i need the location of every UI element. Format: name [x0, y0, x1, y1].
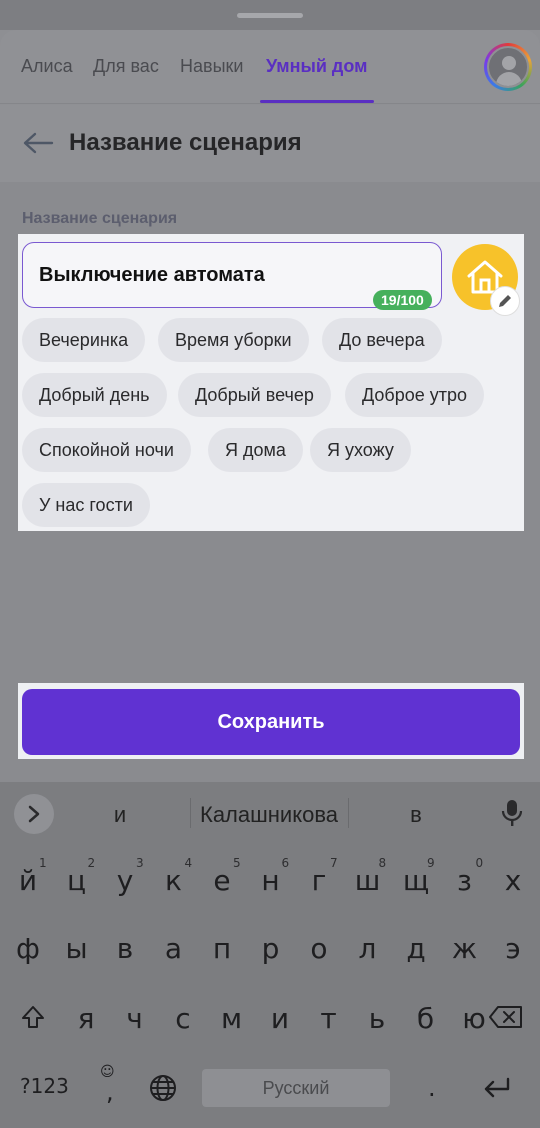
key-row2-2[interactable]: в: [103, 932, 147, 965]
chip-party[interactable]: Вечеринка: [22, 318, 146, 362]
user-icon: [487, 46, 529, 88]
key-hint-1: 2: [87, 856, 96, 870]
chip-good-evening[interactable]: Добрый вечер: [178, 373, 331, 417]
key-row1-10[interactable]: х: [491, 864, 535, 897]
chevron-right-icon[interactable]: [14, 794, 54, 834]
chip-guests[interactable]: У нас гости: [22, 483, 150, 527]
save-button[interactable]: Сохранить: [22, 689, 520, 755]
key-hint-9: 0: [475, 856, 484, 870]
chip-good-morning[interactable]: Доброе утро: [345, 373, 485, 417]
key-row2-3[interactable]: а: [152, 932, 196, 965]
key-row2-6[interactable]: о: [297, 932, 341, 965]
keyboard: и Калашникова в й1ц2у3к4е5н6г7ш8щ9з0х фы…: [0, 782, 540, 1128]
suggestion-3[interactable]: в: [396, 802, 436, 828]
tab-smart-home[interactable]: Умный дом: [266, 56, 367, 77]
tab-skills[interactable]: Навыки: [180, 56, 243, 77]
key-row3-7[interactable]: б: [404, 1002, 448, 1035]
key-hint-3: 4: [184, 856, 193, 870]
chip-home[interactable]: Я дома: [208, 428, 303, 472]
key-row3-1[interactable]: ч: [113, 1002, 157, 1035]
key-row2-10[interactable]: э: [491, 932, 535, 965]
key-row3-3[interactable]: м: [210, 1002, 254, 1035]
key-hint-7: 8: [378, 856, 387, 870]
microphone-icon[interactable]: [500, 798, 524, 828]
app-container: Алиса Для вас Навыки Умный дом Название …: [0, 30, 540, 782]
key-row2-5[interactable]: р: [249, 932, 293, 965]
key-hint-8: 9: [427, 856, 435, 870]
char-counter: 19/100: [373, 290, 432, 310]
backspace-icon[interactable]: [488, 1005, 524, 1029]
tab-alisa[interactable]: Алиса: [21, 56, 73, 77]
page-title: Название сценария: [69, 129, 302, 156]
key-row2-0[interactable]: ф: [6, 932, 50, 965]
period-key[interactable]: .: [428, 1074, 436, 1102]
chip-leaving[interactable]: Я ухожу: [310, 428, 411, 472]
sheet-top: [0, 0, 540, 30]
page-header: Название сценария: [0, 105, 540, 182]
comma-key[interactable]: ,: [106, 1078, 114, 1106]
key-hint-2: 3: [136, 856, 144, 870]
key-row3-2[interactable]: с: [161, 1002, 205, 1035]
key-row2-8[interactable]: д: [394, 932, 438, 965]
enter-icon[interactable]: [482, 1077, 512, 1099]
active-tab-indicator: [260, 100, 374, 103]
field-label: Название сценария: [22, 210, 178, 227]
key-row3-4[interactable]: и: [258, 1002, 302, 1035]
suggestion-1[interactable]: и: [100, 802, 140, 828]
avatar[interactable]: [484, 43, 532, 91]
key-hint-6: 7: [330, 856, 338, 870]
suggestion-bar: и Калашникова в: [0, 782, 540, 844]
key-row3-5[interactable]: т: [307, 1002, 351, 1035]
shift-icon[interactable]: [20, 1004, 46, 1030]
back-arrow-icon[interactable]: [22, 131, 54, 155]
suggestion-2[interactable]: Калашникова: [196, 802, 342, 828]
key-row3-6[interactable]: ь: [355, 1002, 399, 1035]
key-hint-5: 6: [281, 856, 290, 870]
globe-icon[interactable]: [148, 1073, 178, 1103]
chip-cleaning[interactable]: Время уборки: [158, 318, 309, 362]
top-tabs: Алиса Для вас Навыки Умный дом: [0, 30, 540, 104]
pencil-icon[interactable]: [490, 286, 520, 316]
key-row2-4[interactable]: п: [200, 932, 244, 965]
chip-good-night[interactable]: Спокойной ночи: [22, 428, 191, 472]
name-card: 19/100 Вечеринка Время уборки: [18, 234, 524, 531]
key-hint-0: 1: [39, 856, 47, 870]
key-row2-9[interactable]: ж: [443, 932, 487, 965]
save-area: Сохранить: [18, 683, 524, 759]
symbols-key[interactable]: ?123: [20, 1074, 69, 1098]
space-key[interactable]: Русский: [202, 1069, 390, 1107]
tab-for-you[interactable]: Для вас: [93, 56, 159, 77]
scenario-icon-picker[interactable]: [452, 244, 520, 316]
key-row2-1[interactable]: ы: [55, 932, 99, 965]
chip-good-day[interactable]: Добрый день: [22, 373, 167, 417]
key-row3-0[interactable]: я: [64, 1002, 108, 1035]
sheet-grabber[interactable]: [237, 13, 303, 18]
key-row2-7[interactable]: л: [346, 932, 390, 965]
chip-until-evening[interactable]: До вечера: [322, 318, 442, 362]
key-hint-4: 5: [233, 856, 241, 870]
